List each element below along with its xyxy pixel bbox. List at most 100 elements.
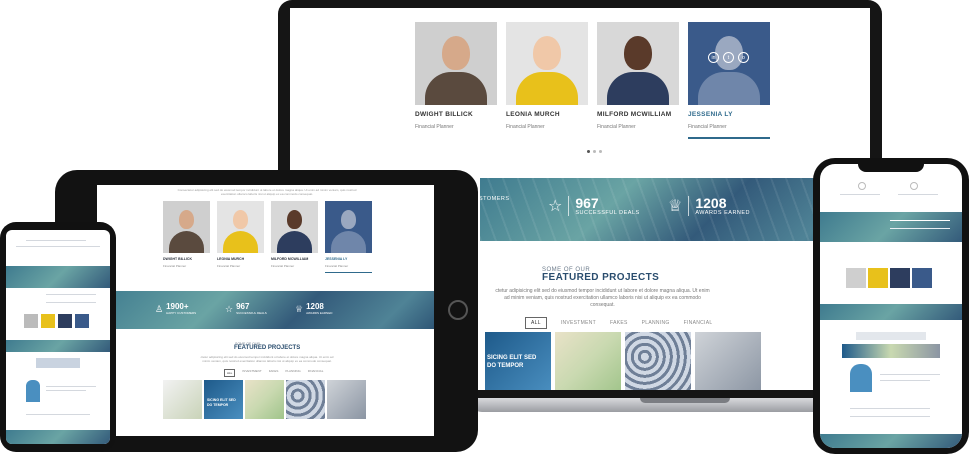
star-icon: ☆ — [548, 198, 563, 215]
tablet-stats-band: ♙ 1900+ HAPPY CUSTOMERS ☆ 967 SUCCESSFUL D… — [97, 291, 434, 329]
section-title: FEATURED PROJECTS — [542, 272, 660, 283]
stat-value: 967 — [575, 195, 599, 211]
project-tile[interactable] — [245, 380, 284, 419]
twitter-icon[interactable]: t — [723, 52, 734, 63]
team-member-role: Financial Planner — [688, 124, 727, 130]
project-tile[interactable] — [163, 380, 202, 419]
carousel-dots — [587, 150, 602, 153]
instagram-icon[interactable]: o — [738, 52, 749, 63]
team-member-name: LEONIA MURCH — [506, 111, 560, 118]
stat-value: 1900+ — [166, 302, 189, 311]
tablet-screen: Consectetur adipisicing elit sed do eius… — [97, 185, 434, 436]
tablet-team-section: DWIGHT BILLICK Financial Planner LEONIA … — [163, 201, 372, 273]
tablet-intro-text: Consectetur adipisicing elit sed do eius… — [177, 188, 357, 196]
team-member-role: Financial Planner — [325, 264, 349, 268]
team-member-name: JESSENIA LY — [325, 257, 348, 261]
section-description: ctetur adipisicing elit sed do eiusmod t… — [200, 355, 334, 363]
team-member-card[interactable]: LEONIA MURCH Financial Planner — [217, 201, 264, 273]
phone-left-frame — [0, 222, 116, 452]
tablet-home-button[interactable] — [448, 300, 468, 320]
project-filters: ALL INVESTMENT FAKES PLANNING FINANCIAL — [224, 369, 323, 377]
tablet-frame: Consectetur adipisicing elit sed do eius… — [55, 170, 478, 452]
project-tile[interactable] — [555, 332, 621, 390]
team-member-name: MILFORD MCWILLIAM — [597, 111, 672, 118]
filter-investment[interactable]: INVESTMENT — [561, 320, 596, 326]
filter-all[interactable]: ALL — [525, 317, 547, 329]
phone-right-frame — [813, 158, 969, 454]
stat-value: 1208 — [695, 195, 727, 211]
project-tile[interactable] — [327, 380, 366, 419]
laptop-notch — [640, 398, 730, 403]
stat-customers: ♙ 1900+ HAPPY CUSTOMERS — [155, 302, 197, 316]
filter-fakes[interactable]: FAKES — [269, 369, 279, 377]
trophy-icon: ♕ — [295, 303, 304, 314]
team-member-card[interactable]: DWIGHT BILLICK Financial Planner — [163, 201, 210, 273]
stat-label: HAPPY CUSTOMERS — [166, 311, 197, 315]
team-member-photo — [597, 22, 679, 105]
filter-all[interactable]: ALL — [224, 369, 236, 377]
team-member-name: LEONIA MURCH — [217, 257, 245, 261]
stat-awards: ♕ 1208 AWARDS EARNED — [668, 196, 750, 216]
project-tile[interactable]: SICING ELIT SED DO TEMPOR — [485, 332, 551, 390]
project-tile[interactable] — [286, 380, 325, 419]
phone-right-screen — [820, 164, 962, 448]
star-icon: ☆ — [225, 303, 234, 314]
team-member-name: JESSENIA LY — [688, 111, 733, 118]
linkedin-icon[interactable]: in — [708, 52, 719, 63]
carousel-dot[interactable] — [587, 150, 590, 153]
team-member-role: Financial Planner — [415, 124, 454, 130]
team-member-photo: in t o — [688, 22, 770, 105]
stat-label: SUCCESSFUL DEALS — [575, 210, 640, 216]
stat-label: SUCCESSFUL DEALS — [236, 311, 267, 315]
team-member-card[interactable]: DWIGHT BILLICK Financial Planner — [415, 22, 497, 139]
team-member-name: MILFORD MCWILLIAM — [271, 257, 309, 261]
stats-band: CUSTOMERS ☆ 967 SUCCESSFUL DEALS ♕ 1208 … — [470, 178, 870, 241]
project-tile[interactable]: SICING ELIT SED DO TEMPOR — [204, 380, 243, 419]
team-member-role: Financial Planner — [163, 264, 187, 268]
team-member-card[interactable]: MILFORD MCWILLIAM Financial Planner — [597, 22, 679, 139]
project-grid: SICING ELIT SED DO TEMPOR — [163, 380, 366, 419]
project-filters: ALL INVESTMENT FAKES PLANNING FINANCIAL — [525, 317, 712, 329]
stat-deals: ☆ 967 SUCCESSFUL DEALS — [225, 302, 267, 316]
trophy-icon: ♕ — [668, 198, 683, 215]
carousel-dot[interactable] — [593, 150, 596, 153]
project-tile[interactable] — [695, 332, 761, 390]
stat-deals: ☆ 967 SUCCESSFUL DEALS — [548, 196, 640, 216]
filter-fakes[interactable]: FAKES — [610, 320, 628, 326]
carousel-dot[interactable] — [599, 150, 602, 153]
project-tile[interactable] — [625, 332, 691, 390]
section-description: ctetur adipisicing elit sed do eiusmod t… — [495, 288, 710, 308]
team-member-role: Financial Planner — [597, 124, 636, 130]
team-member-role: Financial Planner — [506, 124, 545, 130]
stat-value: 1208 — [306, 302, 324, 311]
filter-investment[interactable]: INVESTMENT — [242, 369, 261, 377]
team-member-photo — [415, 22, 497, 105]
project-caption: SICING ELIT SED DO TEMPOR — [487, 355, 537, 369]
team-member-card-active[interactable]: in t o JESSENIA LY Financial Planner — [688, 22, 770, 139]
project-caption: SICING ELIT SED DO TEMPOR — [207, 398, 236, 407]
team-member-role: Financial Planner — [271, 264, 295, 268]
project-grid: SICING ELIT SED DO TEMPOR — [485, 332, 761, 390]
phone-left-screen — [6, 230, 110, 444]
stat-awards: ♕ 1208 AWARDS EARNED — [295, 302, 333, 316]
team-member-role: Financial Planner — [217, 264, 241, 268]
team-member-name: DWIGHT BILLICK — [415, 111, 473, 118]
team-member-card[interactable]: MILFORD MCWILLIAM Financial Planner — [271, 201, 318, 273]
team-member-card-active[interactable]: JESSENIA LY Financial Planner — [325, 201, 372, 273]
filter-planning[interactable]: PLANNING — [285, 369, 300, 377]
mini-hero-band — [6, 266, 110, 288]
team-member-card[interactable]: LEONIA MURCH Financial Planner — [506, 22, 588, 139]
section-title: FEATURED PROJECTS — [234, 345, 301, 351]
filter-planning[interactable]: PLANNING — [642, 320, 670, 326]
user-icon: ♙ — [155, 303, 164, 314]
team-member-photo — [506, 22, 588, 105]
stat-label: AWARDS EARNED — [695, 210, 751, 216]
team-section: DWIGHT BILLICK Financial Planner LEONIA … — [415, 22, 770, 139]
stat-label: AWARDS EARNED — [306, 311, 333, 315]
filter-financial[interactable]: FINANCIAL — [684, 320, 713, 326]
social-links: in t o — [708, 52, 749, 63]
stat-value: 967 — [236, 302, 250, 311]
team-member-name: DWIGHT BILLICK — [163, 257, 192, 261]
active-underline — [688, 137, 770, 139]
filter-financial[interactable]: FINANCIAL — [308, 369, 324, 377]
